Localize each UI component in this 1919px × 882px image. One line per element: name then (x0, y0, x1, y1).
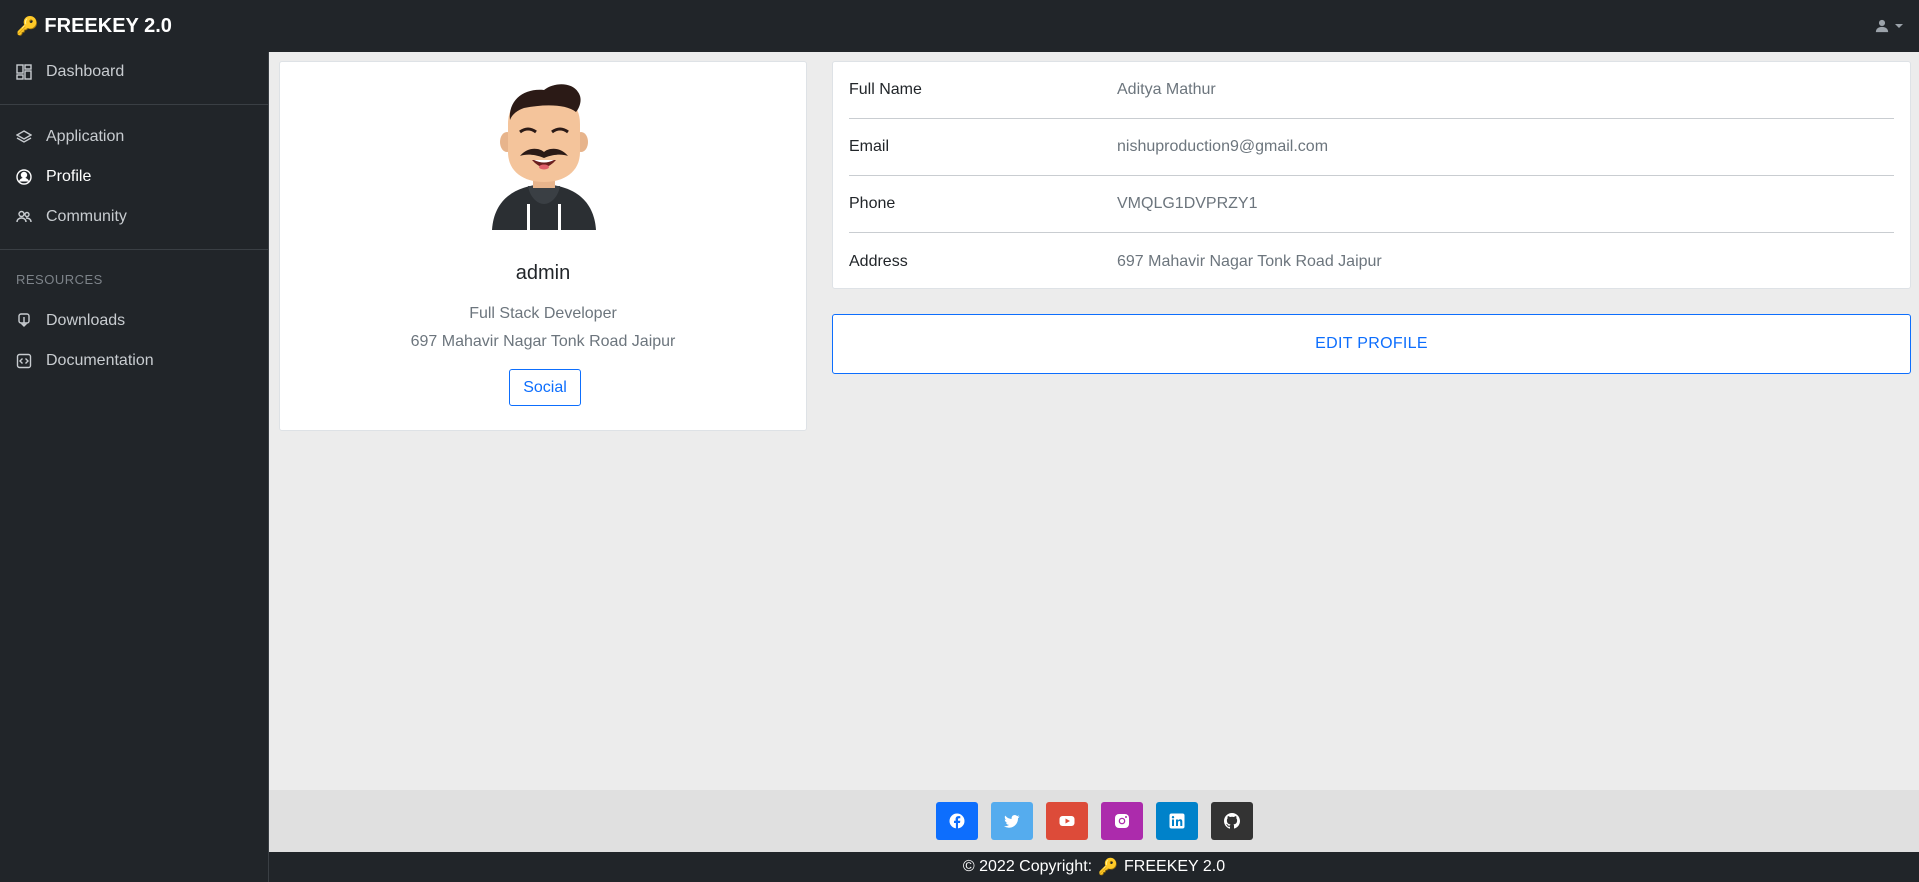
profile-card: admin Full Stack Developer 697 Mahavir N… (279, 61, 807, 431)
sidebar-divider (0, 104, 268, 105)
social-button[interactable]: Social (509, 369, 581, 406)
linkedin-icon (1169, 813, 1184, 829)
code-file-icon (16, 353, 32, 369)
user-menu-toggle[interactable] (1875, 19, 1903, 33)
facebook-button[interactable] (935, 802, 978, 840)
detail-row-email: Email nishuproduction9@gmail.com (849, 119, 1894, 176)
profile-name: admin (515, 262, 571, 284)
github-icon (1223, 813, 1240, 829)
sidebar-item-label: Documentation (46, 352, 154, 369)
facebook-icon (949, 813, 964, 829)
sidebar-item-label: Dashboard (46, 63, 125, 80)
instagram-icon (1114, 814, 1129, 828)
user-icon (1875, 19, 1889, 33)
github-button[interactable] (1210, 802, 1253, 840)
sidebar-item-label: Community (46, 208, 127, 225)
brand-name: FREEKEY 2.0 (44, 14, 172, 37)
sidebar-divider (0, 249, 268, 250)
copyright-text: © 2022 Copyright: (962, 858, 1093, 875)
avatar (492, 84, 596, 230)
detail-row-phone: Phone VMQLG1DVPRZY1 (849, 176, 1894, 233)
sidebar-item-dashboard[interactable]: Dashboard (0, 52, 268, 92)
edit-profile-button[interactable]: EDIT PROFILE (832, 314, 1911, 374)
user-circle-icon (16, 169, 32, 185)
detail-label: Address (849, 252, 908, 270)
detail-value: VMQLG1DVPRZY1 (1117, 195, 1258, 212)
sidebar: Dashboard Application Profile Community … (0, 52, 269, 882)
profile-details-card: Full Name Aditya Mathur Email nishuprodu… (832, 61, 1911, 289)
top-navbar: 🔑 FREEKEY 2.0 (0, 0, 1919, 52)
profile-address: 697 Mahavir Nagar Tonk Road Jaipur (410, 333, 676, 350)
detail-row-full-name: Full Name Aditya Mathur (849, 62, 1894, 119)
sidebar-item-label: Downloads (46, 312, 126, 329)
twitter-icon (1003, 815, 1019, 828)
youtube-button[interactable] (1045, 802, 1088, 840)
sidebar-item-profile[interactable]: Profile (0, 157, 268, 197)
brand[interactable]: 🔑 FREEKEY 2.0 (16, 15, 172, 38)
detail-row-address: Address 697 Mahavir Nagar Tonk Road Jaip… (849, 233, 1894, 290)
people-icon (16, 210, 32, 223)
detail-label: Phone (849, 195, 896, 212)
key-icon: 🔑 (1098, 859, 1119, 876)
instagram-button[interactable] (1100, 802, 1143, 840)
sidebar-item-community[interactable]: Community (0, 197, 268, 237)
sidebar-item-downloads[interactable]: Downloads (0, 301, 268, 341)
detail-value: 697 Mahavir Nagar Tonk Road Jaipur (1117, 252, 1382, 270)
footer-copyright: © 2022 Copyright: 🔑 FREEKEY 2.0 (269, 852, 1919, 882)
sidebar-section-heading: RESOURCES (16, 272, 103, 287)
twitter-button[interactable] (990, 802, 1033, 840)
detail-value: Aditya Mathur (1117, 81, 1216, 98)
copyright-brand-link[interactable]: FREEKEY 2.0 (1124, 858, 1225, 876)
sidebar-item-label: Application (46, 128, 125, 145)
profile-role: Full Stack Developer (469, 305, 617, 322)
detail-value: nishuproduction9@gmail.com (1117, 138, 1329, 155)
detail-label: Full Name (849, 81, 922, 98)
key-icon: 🔑 (16, 15, 39, 36)
dashboard-icon (16, 64, 32, 80)
main-content: admin Full Stack Developer 697 Mahavir N… (269, 52, 1919, 790)
youtube-icon (1059, 816, 1074, 826)
footer-social-bar (269, 790, 1919, 852)
sidebar-item-documentation[interactable]: Documentation (0, 341, 268, 381)
linkedin-button[interactable] (1155, 802, 1198, 840)
sidebar-item-application[interactable]: Application (0, 117, 268, 157)
layers-icon (16, 130, 32, 143)
sidebar-item-label: Profile (46, 168, 92, 185)
detail-label: Email (849, 138, 890, 155)
download-icon (18, 313, 30, 327)
chevron-down-icon (1895, 24, 1903, 28)
